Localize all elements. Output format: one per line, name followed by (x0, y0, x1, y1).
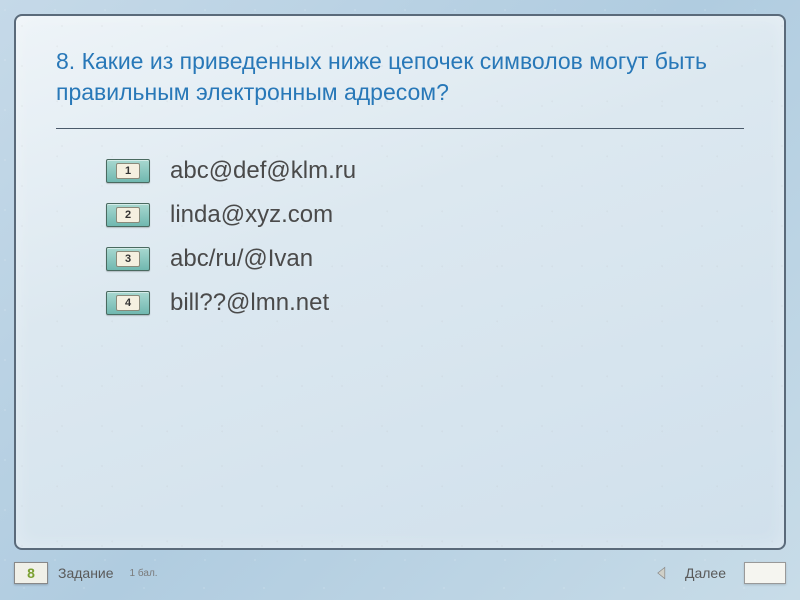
task-label: Задание (58, 565, 114, 581)
option-text-4: bill??@lmn.net (170, 289, 329, 317)
options-group: 1 abc@def@klm.ru 2 linda@xyz.com 3 abc/r… (106, 157, 744, 317)
next-arrow-icon[interactable] (653, 564, 671, 582)
option-num-1: 1 (116, 163, 140, 179)
option-button-1[interactable]: 1 (106, 159, 150, 183)
next-button[interactable]: Далее (685, 565, 726, 581)
option-text-1: abc@def@klm.ru (170, 157, 356, 185)
footer-bar: 8 Задание 1 бал. Далее (14, 558, 786, 588)
option-num-2: 2 (116, 207, 140, 223)
option-num-3: 3 (116, 251, 140, 267)
next-input-box[interactable] (744, 562, 786, 584)
option-row-2: 2 linda@xyz.com (106, 201, 744, 229)
option-button-3[interactable]: 3 (106, 247, 150, 271)
option-row-3: 3 abc/ru/@Ivan (106, 245, 744, 273)
question-text: 8. Какие из приведенных ниже цепочек сим… (56, 46, 744, 108)
option-button-4[interactable]: 4 (106, 291, 150, 315)
option-button-2[interactable]: 2 (106, 203, 150, 227)
option-text-2: linda@xyz.com (170, 201, 333, 229)
question-panel: 8. Какие из приведенных ниже цепочек сим… (14, 14, 786, 550)
option-row-1: 1 abc@def@klm.ru (106, 157, 744, 185)
option-text-3: abc/ru/@Ivan (170, 245, 313, 273)
points-label: 1 бал. (130, 568, 158, 579)
option-num-4: 4 (116, 295, 140, 311)
divider (56, 128, 744, 129)
task-number-box: 8 (14, 562, 48, 584)
option-row-4: 4 bill??@lmn.net (106, 289, 744, 317)
